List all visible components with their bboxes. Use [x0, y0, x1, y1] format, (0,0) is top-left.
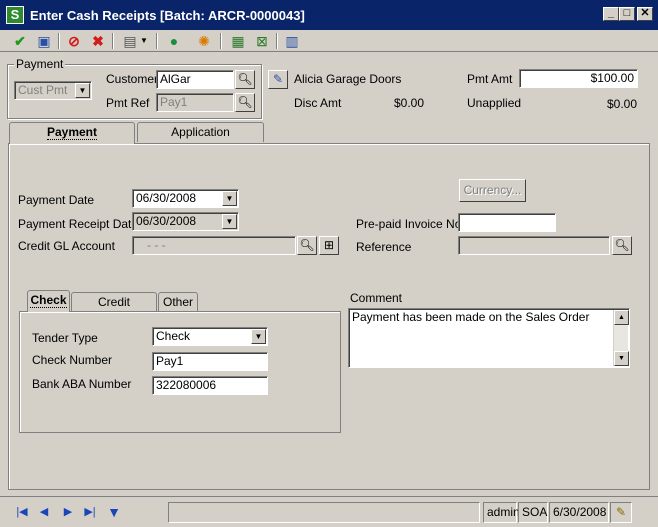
status-user: admin [483, 502, 520, 523]
list-window-icon[interactable]: ▥ [282, 32, 302, 50]
disc-amt-value: $0.00 [394, 96, 425, 110]
scroll-up-icon[interactable]: ▲ [614, 310, 629, 325]
status-bar: |◀ ◀ ▶ ▶| ▼ admin SOA 6/30/2008 ✎ [0, 496, 658, 527]
receipt-date-label: Payment Receipt Date [18, 217, 139, 231]
status-company: SOA [518, 502, 548, 523]
tab-other-label: Other [162, 295, 193, 309]
magnifier-icon: 🔍︎ [237, 72, 253, 86]
check-icon[interactable]: ✔ [10, 32, 30, 50]
payment-date-value: 06/30/2008 [136, 191, 197, 205]
receipt-date-input[interactable]: 06/30/2008 ▼ [132, 212, 239, 231]
app-icon: S [6, 6, 24, 24]
close-window-button[interactable]: ✕ [637, 7, 653, 21]
reference-lookup-button[interactable]: 🔍︎ [612, 236, 632, 255]
chevron-down-icon[interactable]: ▼ [222, 214, 237, 229]
tree-icon: ⊞ [323, 238, 335, 252]
reference-input[interactable] [458, 236, 610, 255]
color-wheel-icon[interactable]: ✺ [194, 32, 214, 50]
comment-textarea[interactable]: Payment has been made on the Sales Order… [348, 308, 630, 368]
magnifier-icon: 🔍︎ [299, 238, 315, 252]
document-icon[interactable]: ▤ [120, 32, 140, 50]
tender-type-select[interactable]: Check ▼ [152, 327, 268, 346]
stop-icon[interactable]: ⊘ [64, 32, 84, 50]
payment-date-input[interactable]: 06/30/2008 ▼ [132, 189, 239, 208]
comment-scrollbar[interactable]: ▲ ▼ [613, 310, 629, 366]
status-date: 6/30/2008 [549, 502, 609, 523]
tab-payment-label: Payment [46, 125, 98, 140]
toolbar-separator [58, 33, 60, 49]
scroll-down-icon[interactable]: ▼ [614, 351, 629, 366]
first-record-icon[interactable]: |◀ [12, 503, 32, 522]
comment-label: Comment [350, 291, 403, 305]
gl-account-tree-button[interactable]: ⊞ [319, 236, 339, 255]
maximize-button[interactable]: □ [619, 7, 635, 21]
pencil-icon: ✎ [272, 72, 284, 86]
disc-amt-label: Disc Amt [294, 96, 342, 110]
currency-button[interactable]: Currency... [459, 179, 526, 202]
last-record-icon[interactable]: ▶| [80, 503, 100, 522]
spreadsheet-x-icon[interactable]: ⊠ [252, 32, 272, 50]
tab-check-label: Check [30, 293, 67, 308]
filter-icon[interactable]: ▼ [104, 503, 124, 522]
pmt-ref-input[interactable]: Pay1 [156, 93, 234, 112]
check-number-input[interactable]: Pay1 [152, 352, 268, 371]
tab-check[interactable]: Check [27, 290, 70, 312]
receipt-date-value: 06/30/2008 [136, 214, 197, 228]
magnifier-icon: 🔍︎ [614, 238, 630, 252]
tab-application[interactable]: Application [137, 122, 264, 142]
tender-type-label: Tender Type [32, 331, 98, 345]
comment-text: Payment has been made on the Sales Order [352, 310, 590, 324]
dropdown-arrow-icon[interactable]: ▼ [138, 32, 150, 50]
previous-record-icon[interactable]: ◀ [34, 503, 54, 522]
chevron-down-icon[interactable]: ▼ [75, 83, 90, 98]
unapplied-value: $0.00 [607, 97, 638, 111]
magnifier-icon: 🔍︎ [237, 95, 253, 109]
pmt-ref-label: Pmt Ref [106, 96, 150, 110]
customer-label: Customer [106, 72, 159, 86]
toolbar: ✔ ▣ ⊘ ✖ ▤ ▼ ● ✺ ▦ ⊠ ▥ [0, 30, 658, 52]
bank-aba-label: Bank ABA Number [32, 377, 132, 391]
status-message [168, 502, 480, 523]
title-bar[interactable]: S Enter Cash Receipts [Batch: ARCR-00000… [0, 0, 658, 30]
minimize-button[interactable]: _ [603, 7, 619, 21]
delete-icon[interactable]: ✖ [88, 32, 108, 50]
customer-lookup-button[interactable]: 🔍︎ [235, 70, 255, 89]
customer-name: Alicia Garage Doors [294, 72, 402, 86]
gl-account-label: Credit GL Account [18, 239, 115, 253]
help-icon[interactable]: ● [164, 32, 184, 50]
toolbar-separator [220, 33, 222, 49]
pmt-amt-input[interactable]: $100.00 [519, 69, 638, 88]
toolbar-separator [276, 33, 278, 49]
chevron-down-icon[interactable]: ▼ [251, 329, 266, 344]
customer-input[interactable]: AlGar [156, 70, 234, 89]
payment-group-label: Payment [14, 57, 66, 71]
payment-type-value: Cust Pmt [18, 83, 68, 97]
next-record-icon[interactable]: ▶ [58, 503, 78, 522]
gl-account-lookup-button[interactable]: 🔍︎ [297, 236, 317, 255]
unapplied-label: Unapplied [467, 96, 522, 110]
tab-payment[interactable]: Payment [9, 122, 135, 144]
save-icon[interactable]: ▣ [34, 32, 54, 50]
toolbar-separator [156, 33, 158, 49]
toolbar-separator [112, 33, 114, 49]
prepaid-invoice-label: Pre-paid Invoice No [356, 217, 462, 231]
reference-label: Reference [356, 240, 412, 254]
tab-other[interactable]: Other [158, 292, 198, 312]
spreadsheet-icon[interactable]: ▦ [228, 32, 248, 50]
notes-icon[interactable]: ✎ [610, 502, 632, 523]
payment-date-label: Payment Date [18, 193, 95, 207]
tab-credit-card-eft[interactable]: Credit Card/EFT [71, 292, 157, 327]
pmt-ref-lookup-button[interactable]: 🔍︎ [235, 93, 255, 112]
tab-application-label: Application [171, 125, 230, 139]
gl-account-input[interactable]: - - - [132, 236, 296, 255]
check-number-label: Check Number [32, 353, 113, 367]
payment-type-select[interactable]: Cust Pmt ▼ [14, 81, 92, 100]
window-title: Enter Cash Receipts [Batch: ARCR-0000043… [30, 8, 305, 23]
chevron-down-icon[interactable]: ▼ [222, 191, 237, 206]
bank-aba-input[interactable]: 322080006 [152, 376, 268, 395]
edit-customer-button[interactable]: ✎ [268, 70, 288, 89]
pmt-amt-label: Pmt Amt [467, 72, 513, 86]
tender-type-value: Check [156, 329, 191, 343]
prepaid-invoice-input[interactable] [458, 213, 556, 232]
